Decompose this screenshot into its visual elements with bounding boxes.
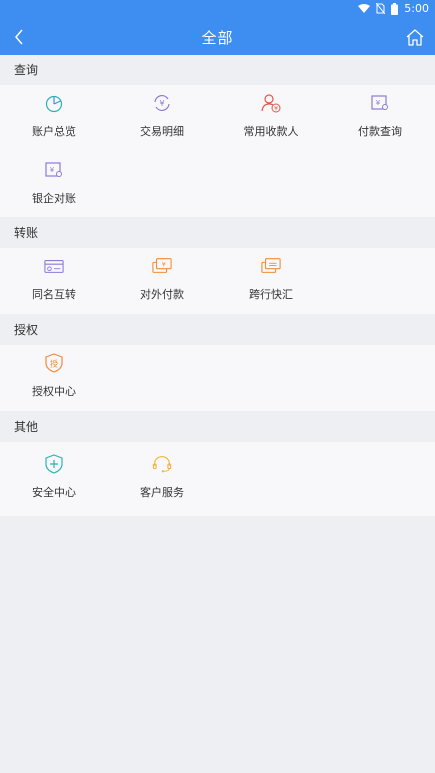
reconciliation-icon: ¥ — [45, 162, 62, 177]
grid-item-reconciliation[interactable]: ¥ 银企对账 — [0, 152, 108, 212]
section-header-query: 查询 — [0, 55, 435, 85]
payee-icon: ¥ — [261, 94, 281, 113]
section-header-transfer: 转账 — [0, 218, 435, 248]
status-bar: 5:00 — [0, 0, 435, 18]
grid-item-payment-query[interactable]: ¥ 付款查询 — [326, 85, 434, 145]
interbank-transfer-icon — [261, 258, 281, 273]
battery-icon — [391, 2, 399, 15]
svg-text:¥: ¥ — [376, 99, 381, 107]
svg-text:¥: ¥ — [50, 166, 55, 174]
same-name-transfer-icon — [44, 260, 64, 273]
external-payment-icon: ¥ — [152, 258, 172, 273]
section-header-other: 其他 — [0, 412, 435, 442]
transaction-detail-icon: ¥ — [154, 94, 170, 112]
svg-text:¥: ¥ — [274, 106, 278, 113]
section-query: 账户总览 ¥ 交易明细 ¥ 常用收款人 ¥ 付款查询 ¥ 银企对账 — [0, 85, 435, 217]
grid-item-transaction-detail[interactable]: ¥ 交易明细 — [108, 85, 216, 145]
status-time: 5:00 — [404, 2, 429, 15]
section-transfer: 同名互转 ¥ 对外付款 跨行快汇 — [0, 248, 435, 314]
section-other: 安全中心 客户服务 — [0, 442, 435, 516]
grid-item-same-name-transfer[interactable]: 同名互转 — [0, 248, 108, 308]
security-shield-icon — [45, 454, 63, 474]
grid-item-payee[interactable]: ¥ 常用收款人 — [217, 85, 325, 145]
authorization-icon: 授 — [45, 353, 63, 373]
grid-item-external-payment[interactable]: ¥ 对外付款 — [108, 248, 216, 308]
customer-service-headset-icon — [152, 456, 172, 473]
svg-text:¥: ¥ — [159, 99, 164, 108]
grid-item-security-center[interactable]: 安全中心 — [0, 446, 108, 506]
page-title: 全部 — [201, 29, 234, 47]
nav-bar: 全部 — [0, 18, 435, 55]
grid-item-customer-service[interactable]: 客户服务 — [108, 446, 216, 506]
section-header-authorization: 授权 — [0, 315, 435, 345]
account-overview-icon — [45, 95, 63, 113]
payment-query-icon: ¥ — [371, 95, 388, 110]
home-icon — [406, 28, 424, 46]
grid-item-account-overview[interactable]: 账户总览 — [0, 85, 108, 145]
svg-text:¥: ¥ — [162, 261, 166, 268]
grid-item-authorization-center[interactable]: 授 授权中心 — [0, 345, 108, 405]
wifi-icon — [358, 3, 371, 13]
grid-item-interbank-transfer[interactable]: 跨行快汇 — [217, 248, 325, 308]
svg-text:授: 授 — [50, 359, 58, 369]
no-sim-icon — [376, 3, 386, 14]
home-button[interactable] — [403, 25, 427, 49]
section-authorization: 授 授权中心 — [0, 345, 435, 411]
